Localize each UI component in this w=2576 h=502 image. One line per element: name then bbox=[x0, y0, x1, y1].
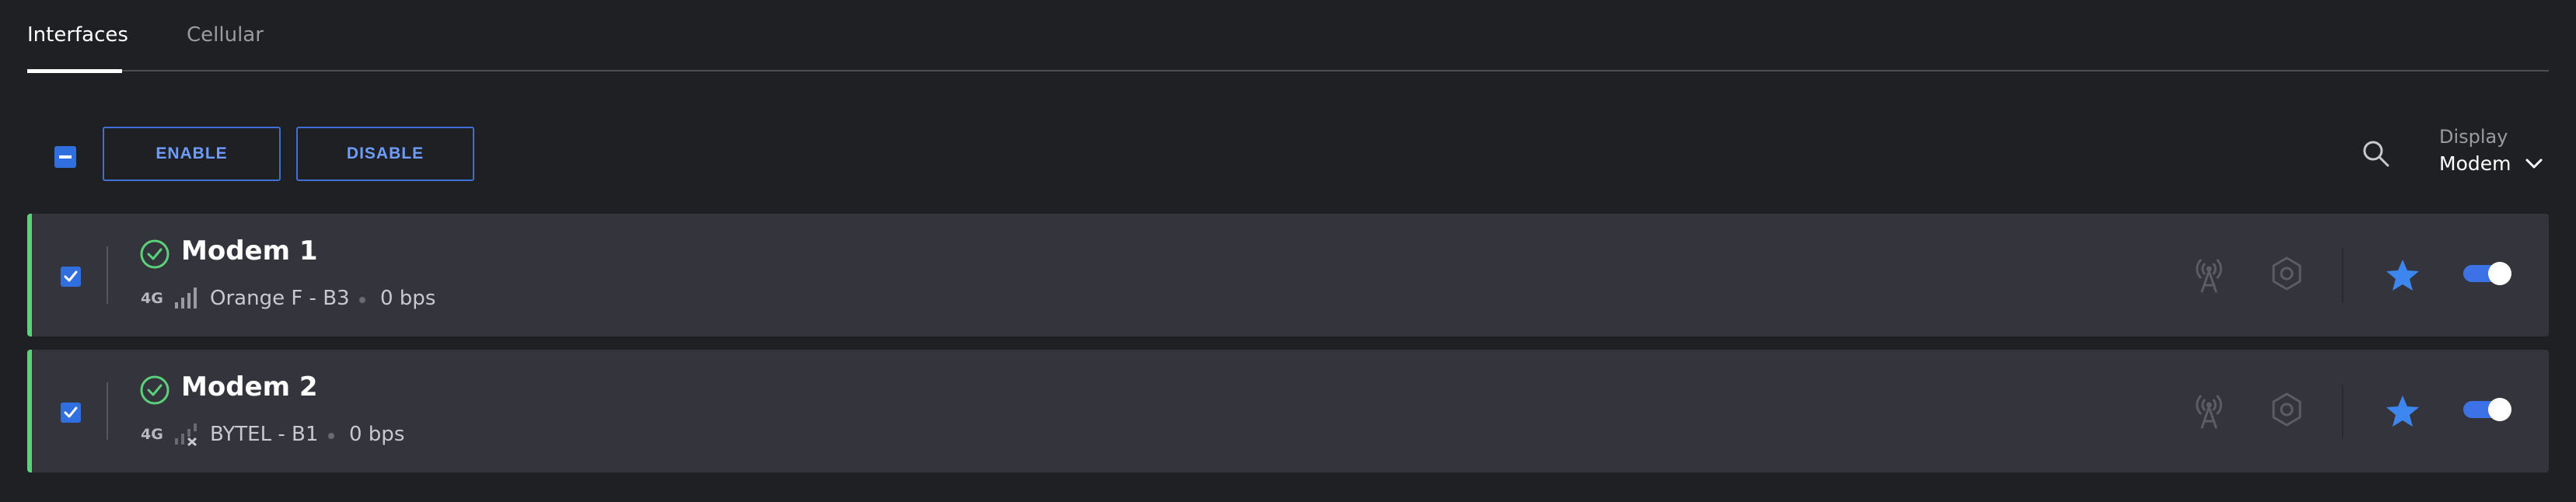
technology-badge: 4G bbox=[141, 290, 163, 307]
modem-row[interactable]: Modem 2 4G BYTEL - B1 0 bps bbox=[27, 350, 2549, 472]
modem-name: Modem 2 bbox=[181, 371, 318, 403]
divider bbox=[2342, 249, 2344, 303]
technology-badge: 4G bbox=[141, 426, 163, 443]
divider bbox=[107, 382, 108, 440]
divider bbox=[2342, 385, 2344, 439]
modem-name: Modem 1 bbox=[181, 235, 318, 267]
toggle-knob bbox=[2488, 262, 2511, 285]
separator-dot bbox=[328, 433, 334, 439]
no-signal-icon bbox=[175, 424, 197, 446]
search-icon[interactable] bbox=[2361, 138, 2392, 169]
chevron-down-icon[interactable] bbox=[2524, 155, 2544, 173]
enable-button[interactable]: ENABLE bbox=[103, 127, 281, 181]
antenna-icon[interactable] bbox=[2190, 254, 2228, 295]
antenna-icon[interactable] bbox=[2190, 390, 2228, 431]
row-checkbox[interactable] bbox=[61, 403, 81, 423]
enable-toggle[interactable] bbox=[2463, 398, 2511, 421]
speed-value: 0 bps bbox=[380, 287, 436, 310]
star-icon[interactable] bbox=[2385, 393, 2420, 429]
star-icon[interactable] bbox=[2385, 257, 2420, 293]
tab-bar: Interfaces Cellular bbox=[27, 0, 2549, 73]
toggle-knob bbox=[2488, 398, 2511, 421]
modem-row[interactable]: Modem 1 4G Orange F - B3 0 bps bbox=[27, 214, 2549, 336]
carrier-name: BYTEL - B1 bbox=[210, 423, 319, 446]
display-select[interactable]: Modem bbox=[2439, 152, 2511, 175]
check-circle-icon bbox=[140, 239, 170, 269]
separator-dot bbox=[359, 297, 365, 303]
speed-value: 0 bps bbox=[349, 423, 405, 446]
tab-cellular[interactable]: Cellular bbox=[187, 23, 264, 71]
check-circle-icon bbox=[140, 375, 170, 405]
gear-icon[interactable] bbox=[2269, 392, 2305, 427]
display-label: Display bbox=[2439, 126, 2508, 148]
row-checkbox[interactable] bbox=[61, 267, 81, 287]
divider bbox=[107, 246, 108, 304]
enable-toggle[interactable] bbox=[2463, 262, 2511, 285]
disable-button[interactable]: DISABLE bbox=[296, 127, 474, 181]
carrier-name: Orange F - B3 bbox=[210, 287, 350, 310]
signal-bars-icon bbox=[175, 288, 197, 309]
tab-interfaces[interactable]: Interfaces bbox=[27, 23, 128, 73]
gear-icon[interactable] bbox=[2269, 256, 2305, 291]
select-all-checkbox[interactable] bbox=[54, 146, 76, 168]
